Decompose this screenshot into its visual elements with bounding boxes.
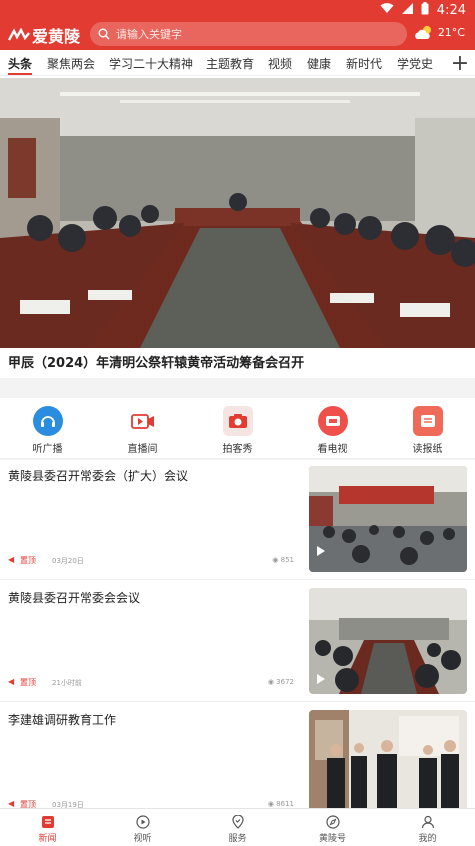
nav-service[interactable]: 服务 (203, 809, 273, 846)
shortcut-label: 看电视 (317, 444, 348, 455)
nav-label: 视听 (133, 834, 152, 844)
views-count: 851 (280, 556, 294, 564)
tab-video[interactable]: 视频 (268, 55, 292, 72)
news-icon (41, 816, 54, 828)
banner-carousel[interactable] (0, 78, 475, 348)
meeting-photo (309, 588, 467, 694)
pinned-tag: 置顶 (20, 556, 36, 565)
tab-new-era[interactable]: 新时代 (346, 55, 382, 72)
eye-icon: ◉ (272, 556, 281, 564)
search-input[interactable] (116, 27, 396, 41)
news-title: 李建雄调研教育工作 (8, 713, 117, 727)
add-channel-button[interactable]: + (445, 50, 475, 76)
bottom-navigation: 新闻 视听 服务 黄陵号 我的 (0, 808, 475, 846)
radio-icon (32, 406, 63, 436)
nav-label: 服务 (228, 834, 247, 844)
news-thumbnail[interactable] (309, 466, 467, 572)
live-camera-icon (127, 406, 158, 436)
views-count: 8611 (276, 800, 294, 808)
tab-health[interactable]: 健康 (307, 55, 331, 72)
battery-icon (421, 2, 429, 19)
news-item[interactable]: 黄陵县委召开常委会（扩大）会议 ◀ 置顶 03月20日 ◉ 851 (0, 459, 475, 580)
shortcut-label: 拍客秀 (222, 444, 253, 455)
shortcut-photo[interactable]: 拍客秀 (198, 400, 278, 458)
plus-icon: + (450, 50, 470, 76)
news-views: ◉ 3672 (268, 678, 294, 686)
search-icon (98, 28, 110, 40)
nav-huangling-account[interactable]: 黄陵号 (298, 809, 368, 846)
news-meta: ◀ 置顶 21小时前 ◉ 3672 (8, 677, 294, 689)
nav-label: 我的 (418, 834, 437, 844)
views-count: 3672 (276, 678, 294, 686)
partly-cloudy-icon (414, 26, 431, 39)
eye-icon: ◉ (267, 800, 277, 808)
logo-text: 爱黄陵 (32, 27, 81, 46)
active-tab-indicator (8, 73, 32, 75)
news-item[interactable]: 李建雄调研教育工作 ◀ 置顶 03月19日 ◉ 8611 (0, 703, 475, 824)
tab-study-20th[interactable]: 学习二十大精神 (109, 55, 193, 72)
eye-icon: ◉ (267, 678, 277, 686)
service-icon (231, 815, 244, 829)
tv-icon (317, 406, 348, 436)
clock: 4:24 (436, 3, 466, 18)
tab-two-sessions[interactable]: 聚焦两会 (47, 55, 95, 72)
search-bar[interactable] (90, 22, 407, 46)
wifi-icon (380, 3, 394, 18)
speaker-icon: ◀ (8, 799, 15, 808)
nav-label: 黄陵号 (318, 834, 346, 844)
weather-temperature: 21°C (437, 26, 465, 39)
shortcut-label: 直播间 (127, 444, 158, 455)
nav-audio-video[interactable]: 视听 (108, 809, 178, 846)
nav-label: 新闻 (38, 834, 57, 844)
tab-party-history[interactable]: 学党史 (397, 55, 433, 72)
channel-tabs: 头条 聚焦两会 学习二十大精神 主题教育 视频 健康 新时代 学党史 纟 + (0, 50, 475, 76)
tab-theme-education[interactable]: 主题教育 (206, 55, 254, 72)
shortcut-label: 读报纸 (412, 444, 443, 455)
news-meta: ◀ 置顶 03月20日 ◉ 851 (8, 555, 294, 567)
speaker-icon: ◀ (8, 555, 15, 564)
news-time: 21小时前 (52, 679, 82, 687)
news-item[interactable]: 黄陵县委召开常委会会议 ◀ 置顶 21小时前 ◉ 3672 (0, 581, 475, 702)
news-views: ◉ 8611 (268, 800, 294, 808)
news-title: 黄陵县委召开常委会（扩大）会议 (8, 469, 189, 483)
shortcut-radio[interactable]: 听广播 (8, 400, 88, 458)
speaker-icon: ◀ (8, 677, 15, 686)
tab-headline[interactable]: 头条 (8, 55, 32, 72)
newspaper-icon (412, 406, 443, 436)
news-views: ◉ 851 (272, 556, 294, 564)
news-time: 03月20日 (52, 557, 84, 565)
news-thumbnail[interactable] (309, 588, 467, 694)
signal-icon (401, 3, 413, 18)
meeting-photo (309, 466, 467, 572)
section-divider (0, 378, 475, 398)
compass-icon (325, 815, 340, 829)
app-logo[interactable]: 爱黄陵 (8, 24, 80, 46)
shortcut-newspaper[interactable]: 读报纸 (388, 400, 468, 458)
shortcut-bar: 听广播 直播间 拍客秀 看电视 读报纸 (0, 400, 475, 458)
camera-icon (222, 406, 253, 436)
news-title: 黄陵县委召开常委会会议 (8, 591, 141, 605)
weather-widget[interactable]: 21°C (414, 25, 465, 40)
shortcut-live[interactable]: 直播间 (103, 400, 183, 458)
banner-image (0, 78, 475, 348)
app-header: 4:24 爱黄陵 21°C (0, 0, 475, 50)
play-icon (135, 815, 150, 829)
news-thumbnail[interactable] (309, 710, 467, 816)
nav-news[interactable]: 新闻 (13, 809, 83, 846)
logo-mark-icon (8, 28, 30, 41)
shortcut-label: 听广播 (32, 444, 63, 455)
pinned-tag: 置顶 (20, 678, 36, 687)
banner-title[interactable]: 甲辰（2024）年清明公祭轩辕黄帝活动筹备会召开 (8, 352, 468, 371)
inspection-photo (309, 710, 467, 816)
status-bar: 4:24 (0, 0, 475, 20)
shortcut-tv[interactable]: 看电视 (293, 400, 373, 458)
user-icon (421, 815, 434, 829)
nav-mine[interactable]: 我的 (393, 809, 463, 846)
